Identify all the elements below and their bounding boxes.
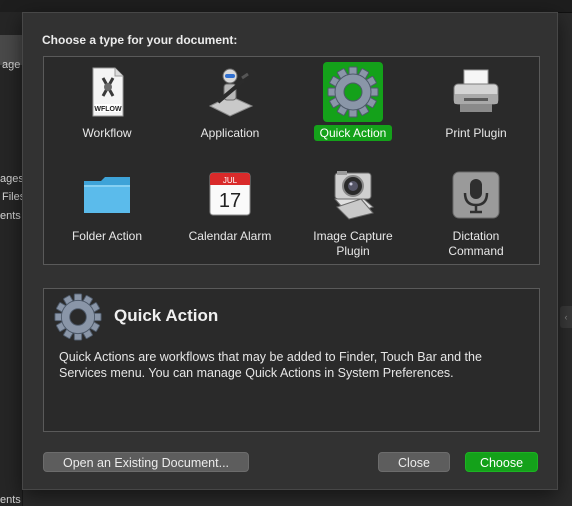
background-sidebar-text: ents	[0, 494, 21, 506]
type-label: Application	[200, 126, 260, 140]
document-type-sheet: Choose a type for your document: WFLOW W…	[22, 12, 558, 490]
calendar-icon: JUL 17	[200, 165, 260, 225]
gear-icon	[323, 62, 383, 122]
background-sidebar-text: ages	[0, 173, 24, 185]
type-details-panel: Quick Action Quick Actions are workflows…	[43, 288, 540, 432]
workflow-document-icon: WFLOW	[77, 62, 137, 122]
camera-icon	[323, 165, 383, 225]
folder-icon	[77, 165, 137, 225]
type-label: Folder Action	[71, 229, 143, 243]
type-label: Quick Action	[291, 125, 415, 141]
type-calendar-alarm[interactable]: JUL 17 Calendar Alarm	[168, 163, 292, 267]
details-title: Quick Action	[114, 306, 219, 325]
printer-icon	[446, 62, 506, 122]
calendar-icon-month: JUL	[223, 176, 238, 185]
gear-icon	[54, 293, 102, 341]
type-application[interactable]: Application	[168, 60, 292, 164]
background-sidebar	[0, 12, 23, 506]
close-button[interactable]: Close	[378, 452, 450, 472]
type-label: Workflow	[82, 126, 132, 140]
calendar-icon-day: 17	[219, 190, 241, 212]
type-folder-action[interactable]: Folder Action	[45, 163, 169, 267]
workflow-icon-badge: WFLOW	[94, 106, 122, 113]
type-label: Image Capture Plugin	[313, 229, 393, 258]
details-description: Quick Actions are workflows that may be …	[59, 350, 482, 380]
type-label: Print Plugin	[445, 126, 507, 140]
microphone-icon	[446, 165, 506, 225]
background-sidebar-text: ents	[0, 210, 21, 222]
sheet-prompt: Choose a type for your document:	[42, 33, 238, 47]
open-existing-document-button[interactable]: Open an Existing Document...	[43, 452, 249, 472]
choose-button[interactable]: Choose	[465, 452, 538, 472]
type-label: Calendar Alarm	[188, 229, 272, 243]
background-resize-handle[interactable]: ‹	[560, 306, 572, 328]
type-image-capture-plugin[interactable]: Image Capture Plugin	[291, 163, 415, 267]
type-print-plugin[interactable]: Print Plugin	[414, 60, 538, 164]
document-type-grid: WFLOW Workflow Application Quick Action …	[43, 56, 540, 265]
type-quick-action[interactable]: Quick Action	[291, 60, 415, 164]
background-sidebar-text: age	[2, 59, 21, 71]
type-dictation-command[interactable]: Dictation Command	[414, 163, 538, 267]
type-workflow[interactable]: WFLOW Workflow	[45, 60, 169, 164]
type-label: Dictation Command	[448, 229, 504, 258]
automator-robot-icon	[200, 62, 260, 122]
